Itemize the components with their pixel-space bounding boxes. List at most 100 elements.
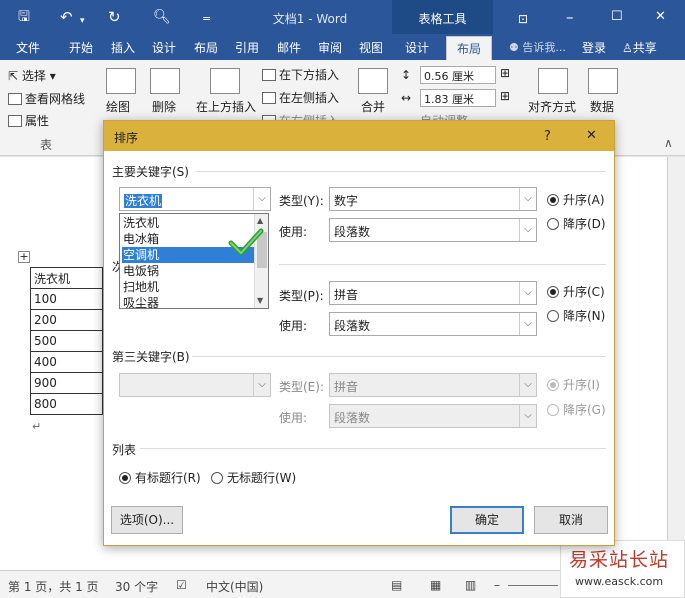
options-button[interactable]: 选项(O)... <box>111 506 183 534</box>
chevron-down-icon[interactable]: ⌵ <box>519 188 536 210</box>
table-cell[interactable]: 400 <box>30 351 103 373</box>
tell-me-box[interactable]: ⚉ 告诉我... <box>509 39 566 55</box>
row-height-input[interactable]: 0.56 厘米 <box>420 66 496 84</box>
zoom-out-icon[interactable]: – <box>494 578 500 592</box>
tab-table-layout[interactable]: 布局 <box>446 36 493 60</box>
insert-above-label[interactable]: 在上方插入 <box>196 98 256 115</box>
select-button[interactable]: ⇱ 选择 ▾ <box>8 67 56 84</box>
proofing-icon[interactable]: ☑ <box>176 578 187 592</box>
ascending3-radio[interactable]: 升序(I) <box>547 376 600 393</box>
redo-icon[interactable]: ↻ <box>108 8 121 26</box>
language-indicator[interactable]: 中文(中国) <box>206 578 263 595</box>
zoom-slider[interactable] <box>508 585 558 586</box>
scroll-up-icon[interactable]: ▲ <box>257 216 263 225</box>
table-cell[interactable]: 500 <box>30 330 103 352</box>
data-label[interactable]: 数据 <box>590 98 614 115</box>
word-count[interactable]: 30 个字 <box>115 578 158 595</box>
share-button[interactable]: ♙共享 <box>622 39 657 56</box>
dialog-title-bar: 排序 ? ✕ <box>104 121 614 151</box>
print-layout-icon[interactable]: ▦ <box>430 578 441 592</box>
ascending-radio[interactable]: 升序(A) <box>547 191 605 208</box>
table-row: 900 <box>30 372 110 394</box>
primary-key-select[interactable]: 洗衣机 ⌵ <box>119 187 271 211</box>
save-icon[interactable]: 🖫 <box>18 8 30 26</box>
ok-button[interactable]: 确定 <box>450 506 524 534</box>
tab-layout[interactable]: 布局 <box>194 39 218 56</box>
delete-icon[interactable] <box>150 68 180 94</box>
type-select[interactable]: 数字 ⌵ <box>329 187 537 211</box>
read-mode-icon[interactable]: ▤ <box>391 578 402 592</box>
scroll-down-icon[interactable]: ▼ <box>257 296 263 305</box>
tab-home[interactable]: 开始 <box>69 39 93 56</box>
list-item[interactable]: 电饭锅 <box>122 263 254 279</box>
using2-select[interactable]: 段落数 ⌵ <box>329 312 537 336</box>
undo-dropdown-icon[interactable]: ▾ <box>80 12 85 30</box>
divider <box>196 171 606 172</box>
insert-left-button[interactable]: 在左侧插入 <box>262 89 339 106</box>
col-width-input[interactable]: 1.83 厘米 <box>420 89 496 107</box>
tab-design[interactable]: 设计 <box>152 39 176 56</box>
alignment-label[interactable]: 对齐方式 <box>528 98 576 115</box>
minimize-button[interactable]: – <box>566 8 574 26</box>
draw-table-label[interactable]: 绘图 <box>106 98 130 115</box>
third-key-select[interactable]: ⌵ <box>119 373 271 397</box>
using3-select[interactable]: 段落数 ⌵ <box>329 404 537 428</box>
tab-insert[interactable]: 插入 <box>111 39 135 56</box>
table-cell[interactable]: 800 <box>30 393 103 415</box>
alignment-icon[interactable] <box>538 68 568 94</box>
print-preview-icon[interactable]: 🔍︎ <box>153 8 171 26</box>
tab-table-design[interactable]: 设计 <box>405 39 429 56</box>
table-cell[interactable]: 100 <box>30 288 103 310</box>
dialog-close-button[interactable]: ✕ <box>586 128 597 143</box>
merge-icon[interactable] <box>358 68 388 94</box>
type3-label: 类型(E): <box>279 380 324 394</box>
type2-select[interactable]: 拼音 ⌵ <box>329 281 537 305</box>
chevron-down-icon[interactable]: ⌵ <box>519 219 536 241</box>
descending-radio[interactable]: 降序(D) <box>547 215 606 232</box>
view-gridlines-button[interactable]: 查看网格线 <box>8 90 85 107</box>
collapse-ribbon-icon[interactable]: ∧ <box>664 136 673 150</box>
sign-in-link[interactable]: 登录 <box>582 39 606 56</box>
tab-view[interactable]: 视图 <box>359 39 383 56</box>
list-item[interactable]: 吸尘器 <box>122 295 254 308</box>
table-cell[interactable]: 200 <box>30 309 103 331</box>
tab-file[interactable]: 文件 <box>16 39 40 56</box>
distribute-cols-icon[interactable]: ⊞ <box>500 89 510 103</box>
data-icon[interactable] <box>588 68 618 94</box>
undo-icon[interactable]: ↶ <box>60 8 73 26</box>
no-header-row-radio[interactable]: 无标题行(W) <box>211 469 296 486</box>
merge-label[interactable]: 合并 <box>361 98 385 115</box>
vertical-scrollbar[interactable] <box>668 157 685 570</box>
web-layout-icon[interactable]: ▥ <box>465 578 476 592</box>
ribbon-display-options-icon[interactable]: ⊡ <box>518 10 528 28</box>
restore-button[interactable]: ☐ <box>611 8 623 26</box>
table-cell[interactable]: 900 <box>30 372 103 394</box>
help-button[interactable]: ? <box>544 129 551 144</box>
list-item[interactable]: 扫地机 <box>122 279 254 295</box>
tab-mailings[interactable]: 邮件 <box>277 39 301 56</box>
chevron-down-icon[interactable]: ⌵ <box>519 313 536 335</box>
distribute-rows-icon[interactable]: ⊞ <box>500 66 510 80</box>
tab-references[interactable]: 引用 <box>235 39 259 56</box>
using-select[interactable]: 段落数 ⌵ <box>329 218 537 242</box>
delete-label[interactable]: 删除 <box>152 98 176 115</box>
insert-below-button[interactable]: 在下方插入 <box>262 66 339 83</box>
ascending2-radio[interactable]: 升序(C) <box>547 283 605 300</box>
page-count[interactable]: 第 1 页，共 1 页 <box>8 578 99 595</box>
chevron-down-icon[interactable]: ⌵ <box>519 282 536 304</box>
header-row-radio[interactable]: 有标题行(R) <box>119 469 201 486</box>
document-table[interactable]: 洗衣机 100 200 500 400 900 800 <box>30 267 110 415</box>
draw-table-icon[interactable] <box>106 68 136 94</box>
properties-button[interactable]: 属性 <box>8 112 49 129</box>
insert-above-icon[interactable] <box>210 68 240 94</box>
type3-select[interactable]: 拼音 ⌵ <box>329 373 537 397</box>
table-move-handle-icon[interactable]: + <box>18 251 30 263</box>
descending2-radio[interactable]: 降序(N) <box>547 307 605 324</box>
descending3-radio[interactable]: 降序(G) <box>547 401 606 418</box>
close-button[interactable]: ✕ <box>655 8 666 26</box>
cancel-button[interactable]: 取消 <box>534 506 608 534</box>
tab-review[interactable]: 审阅 <box>318 39 342 56</box>
chevron-down-icon[interactable]: ⌵ <box>253 188 270 210</box>
customize-qat-icon[interactable]: = <box>202 10 211 28</box>
table-cell[interactable]: 洗衣机 <box>30 267 103 289</box>
